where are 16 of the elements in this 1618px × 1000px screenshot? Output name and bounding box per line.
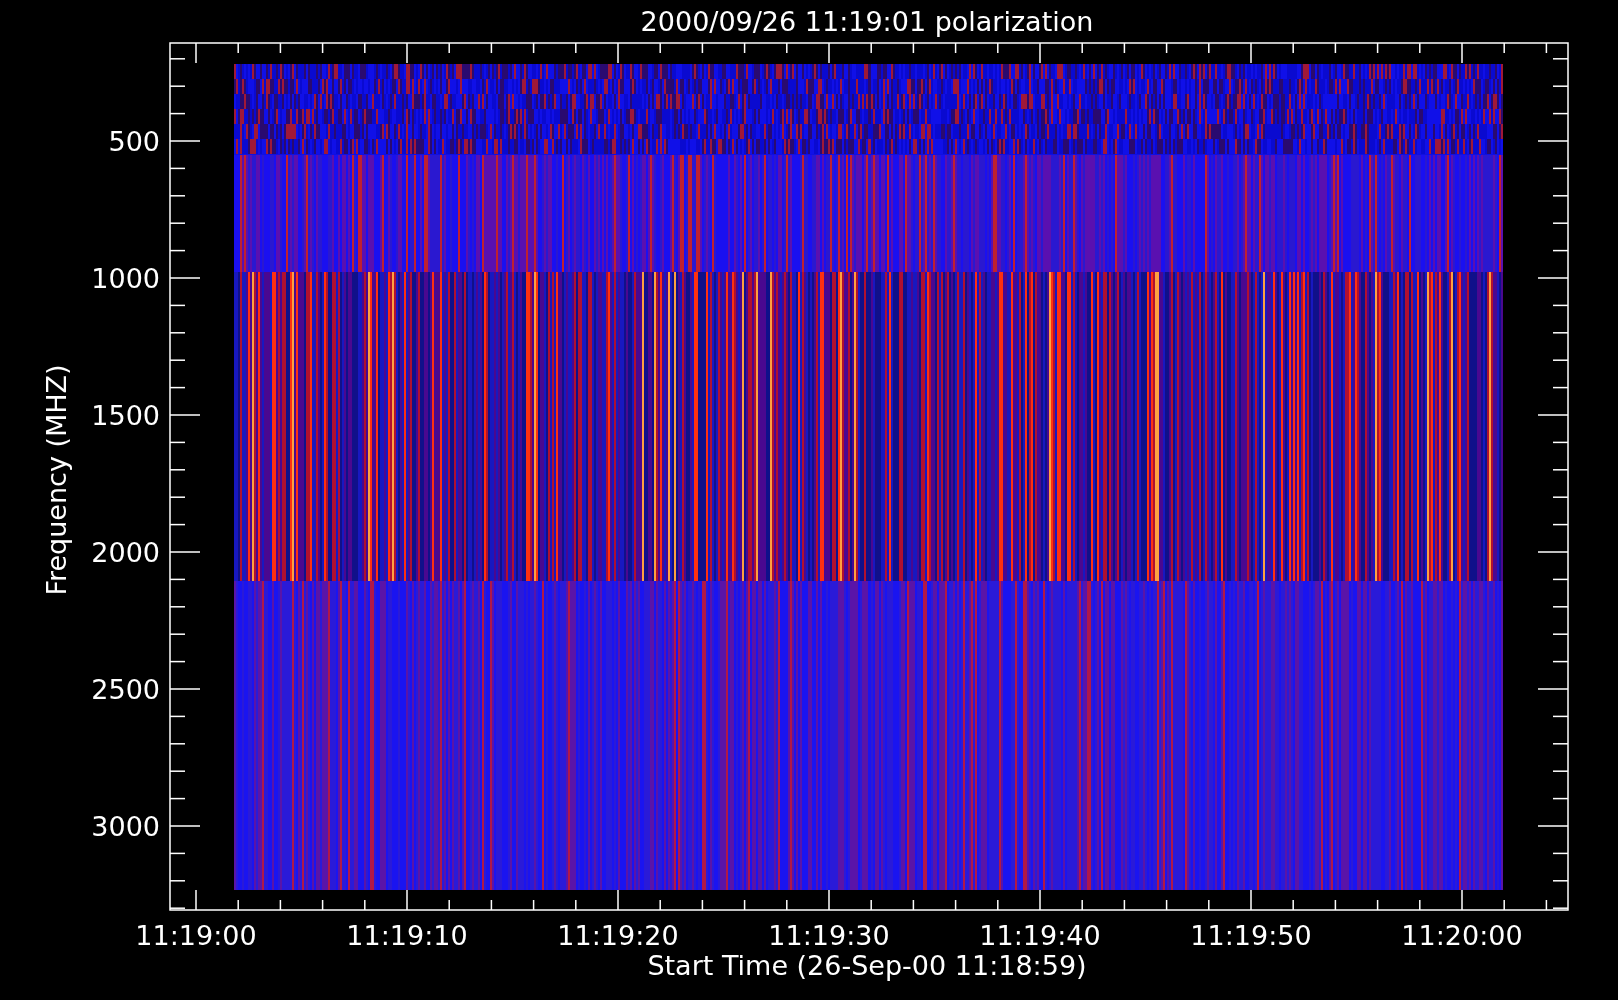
tick-label: 2500: [91, 674, 160, 705]
tick-label: 11:19:50: [1190, 920, 1312, 951]
axis-label: Frequency (MHZ): [41, 364, 72, 596]
tick-label: 11:19:40: [979, 920, 1101, 951]
tick-label: 1000: [91, 263, 160, 294]
tick-label: 11:20:00: [1401, 920, 1523, 951]
tick-label: 11:19:20: [557, 920, 679, 951]
tick-label: 3000: [91, 811, 160, 842]
tick-label: 11:19:10: [346, 920, 468, 951]
tick-label: 1500: [91, 400, 160, 431]
plot-title: 2000/09/26 11:19:01 polarization: [640, 6, 1094, 37]
tick-label: 11:19:00: [135, 920, 257, 951]
tick-label: 2000: [91, 537, 160, 568]
tick-label: 500: [108, 126, 160, 157]
axis-label: Start Time (26-Sep-00 11:18:59): [647, 950, 1087, 981]
tick-label: 11:19:30: [768, 920, 890, 951]
